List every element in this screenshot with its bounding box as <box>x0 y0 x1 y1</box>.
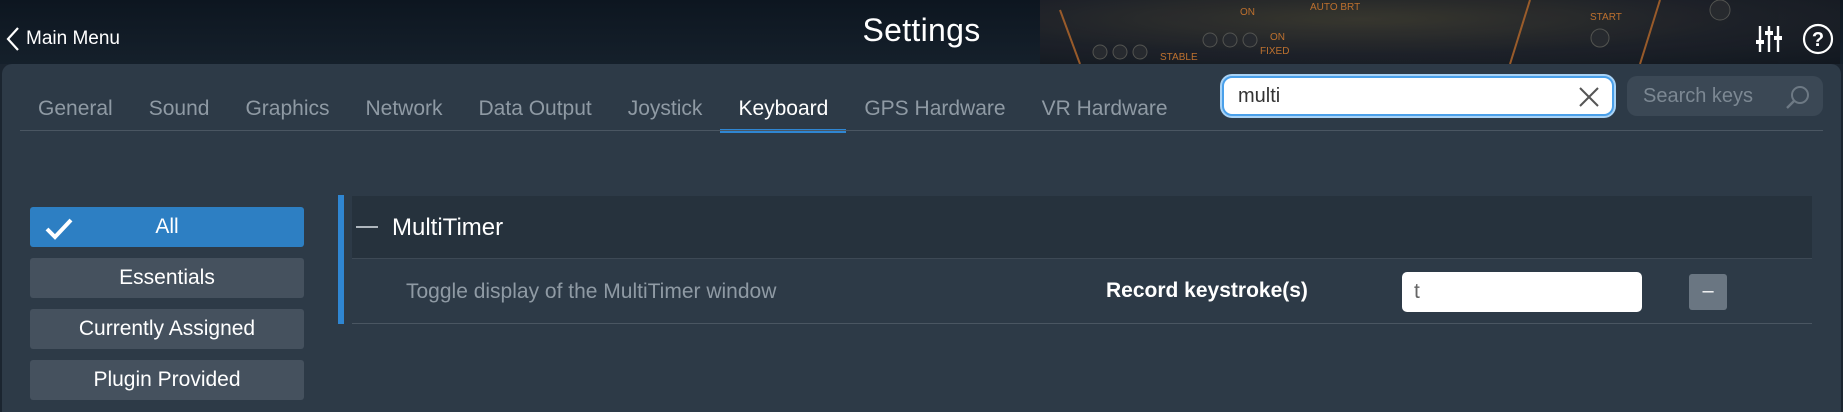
tab-vr-hardware[interactable]: VR Hardware <box>1042 96 1168 130</box>
filter-essentials-label: Essentials <box>119 266 215 289</box>
key-binding-field[interactable]: t <box>1402 272 1642 312</box>
tab-keyboard[interactable]: Keyboard <box>720 96 847 133</box>
record-keystroke-button[interactable]: Record keystroke(s) <box>1106 279 1308 303</box>
search-keys-input[interactable] <box>1627 83 1785 109</box>
sliders-icon[interactable] <box>1752 22 1786 56</box>
tab-bar: General Sound Graphics Network Data Outp… <box>38 96 1204 133</box>
tab-general[interactable]: General <box>38 96 113 130</box>
filter-essentials-button[interactable]: Essentials <box>30 258 304 298</box>
filter-all-label: All <box>155 215 179 238</box>
svg-text:STABLE: STABLE <box>1160 52 1198 63</box>
help-icon[interactable]: ? <box>1801 22 1835 56</box>
collapse-icon[interactable] <box>356 226 378 228</box>
tab-joystick[interactable]: Joystick <box>628 96 703 130</box>
clear-icon[interactable] <box>1578 86 1600 108</box>
command-description: Toggle display of the MultiTimer window <box>406 280 777 303</box>
tab-data-output[interactable]: Data Output <box>479 96 592 130</box>
group-title: MultiTimer <box>392 214 504 241</box>
command-filter-field <box>1222 76 1614 116</box>
top-bar: ON AUTO BRT ON FIXED STABLE START Main M… <box>0 0 1843 64</box>
divider <box>352 258 1812 259</box>
group-header-multitimer[interactable]: MultiTimer <box>352 196 1812 258</box>
group-indicator <box>338 195 344 324</box>
tab-graphics[interactable]: Graphics <box>245 96 329 130</box>
search-keys-field <box>1627 76 1823 116</box>
search-icon[interactable] <box>1785 84 1811 110</box>
filter-plugin-provided-label: Plugin Provided <box>93 368 241 391</box>
page-title: Settings <box>862 12 981 48</box>
filter-currently-assigned-label: Currently Assigned <box>78 317 256 340</box>
divider <box>352 323 1812 324</box>
checkmark-icon <box>44 215 74 255</box>
filter-all-button[interactable]: All <box>30 207 304 247</box>
tab-network[interactable]: Network <box>365 96 442 130</box>
filter-currently-assigned-button[interactable]: Currently Assigned <box>30 309 304 349</box>
tab-gps-hardware[interactable]: GPS Hardware <box>864 96 1005 130</box>
filter-plugin-provided-button[interactable]: Plugin Provided <box>30 360 304 400</box>
tabs-divider <box>20 130 1823 131</box>
command-filter-input[interactable] <box>1224 83 1560 109</box>
tab-sound[interactable]: Sound <box>149 96 210 130</box>
svg-text:?: ? <box>1812 29 1824 51</box>
remove-binding-button[interactable]: – <box>1689 274 1727 310</box>
